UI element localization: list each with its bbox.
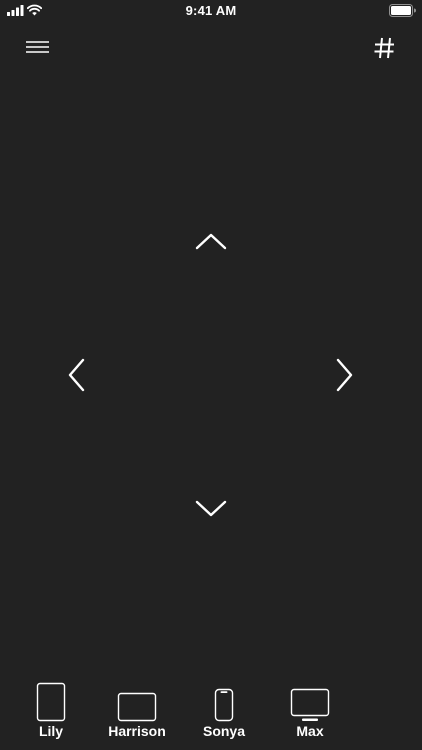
chevron-up-icon [195,233,227,250]
device-label: Harrison [108,723,166,739]
device-label: Max [296,723,324,739]
tablet-portrait-icon [36,682,66,722]
device-label: Lily [38,723,64,739]
hamburger-icon [26,41,49,53]
status-time: 9:41 AM [185,3,237,18]
tv-icon [290,688,330,721]
device-sonya[interactable]: Sonya [184,676,264,746]
dpad-up-button[interactable] [191,228,231,256]
device-harrison[interactable]: Harrison [97,676,177,746]
battery-icon [389,4,416,17]
keypad-button[interactable] [371,34,399,62]
dpad-down-button[interactable] [191,494,231,522]
device-selector: Lily Harrison Sonya Max [0,676,422,750]
tablet-landscape-icon [117,692,157,722]
dpad-right-button[interactable] [329,355,359,395]
menu-button[interactable] [24,36,52,60]
chevron-left-icon [68,358,85,392]
status-bar: 9:41 AM [0,0,422,22]
chevron-right-icon [336,358,353,392]
phone-icon [214,688,234,722]
chevron-down-icon [195,500,227,517]
device-lily[interactable]: Lily [11,676,91,746]
device-label: Sonya [202,723,245,739]
dpad-left-button[interactable] [62,355,92,395]
hash-icon [374,37,394,59]
device-max[interactable]: Max [270,676,350,746]
